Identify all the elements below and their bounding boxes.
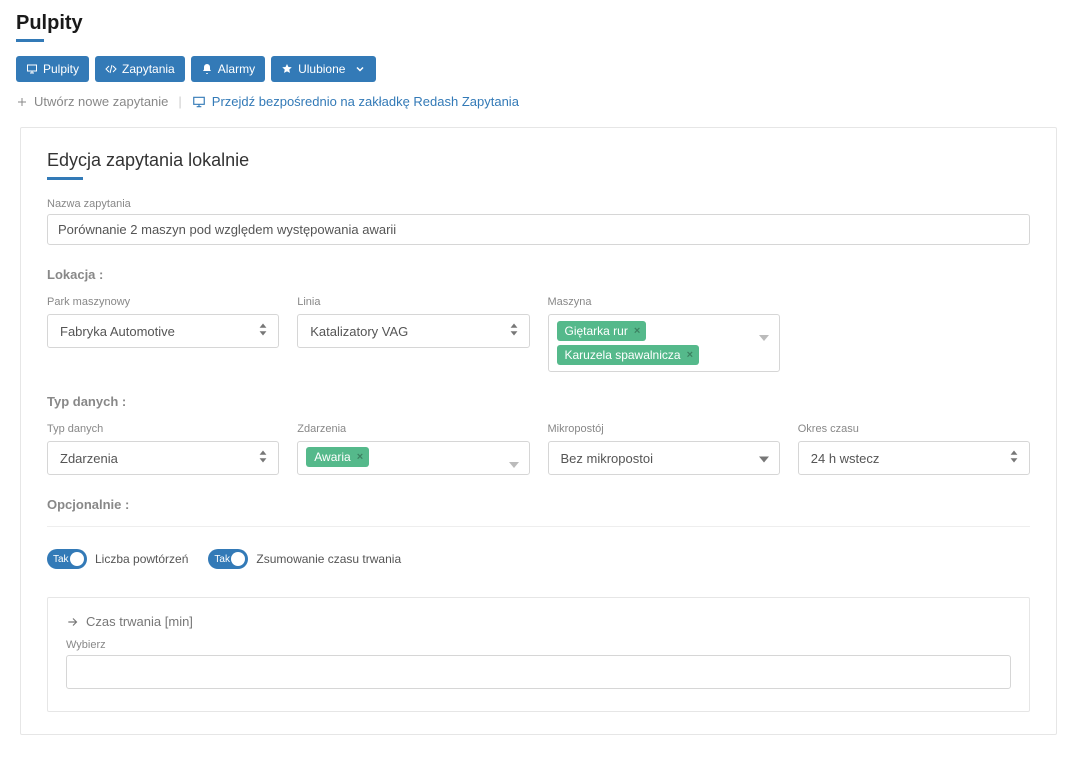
switch-on-label: Tak bbox=[214, 554, 230, 565]
park-label: Park maszynowy bbox=[47, 296, 279, 308]
edit-panel: Edycja zapytania lokalnie Nazwa zapytani… bbox=[20, 127, 1057, 735]
remove-tag-icon[interactable]: × bbox=[687, 349, 693, 361]
remove-tag-icon[interactable]: × bbox=[357, 451, 363, 463]
duration-select-label: Wybierz bbox=[66, 639, 1011, 651]
page-title: Pulpity bbox=[16, 12, 1061, 35]
optional-heading: Opcjonalnie : bbox=[47, 497, 1030, 512]
nav-alarmy-label: Alarmy bbox=[218, 62, 255, 76]
location-heading: Lokacja : bbox=[47, 267, 1030, 282]
title-underline bbox=[16, 39, 44, 42]
events-label: Zdarzenia bbox=[297, 423, 529, 435]
nav-zapytania-button[interactable]: Zapytania bbox=[95, 56, 185, 82]
line-select[interactable]: Katalizatory VAG bbox=[297, 314, 529, 348]
tag-label: Awaria bbox=[314, 450, 350, 464]
duration-select[interactable] bbox=[66, 655, 1011, 689]
sum-label: Zsumowanie czasu trwania bbox=[256, 552, 401, 566]
period-value: 24 h wstecz bbox=[811, 451, 880, 466]
type-value: Zdarzenia bbox=[60, 451, 118, 466]
machine-label: Maszyna bbox=[548, 296, 780, 308]
query-name-input[interactable] bbox=[47, 214, 1030, 245]
period-label: Okres czasu bbox=[798, 423, 1030, 435]
nav-pulpity-button[interactable]: Pulpity bbox=[16, 56, 89, 82]
repeat-label: Liczba powtórzeń bbox=[95, 552, 188, 566]
arrow-right-icon bbox=[66, 615, 80, 629]
machine-multiselect[interactable]: Giętarka rur × Karuzela spawalnicza × bbox=[548, 314, 780, 372]
micro-select[interactable]: Bez mikropostoi bbox=[548, 441, 780, 475]
nav-alarmy-button[interactable]: Alarmy bbox=[191, 56, 265, 82]
type-select[interactable]: Zdarzenia bbox=[47, 441, 279, 475]
nav-ulubione-button[interactable]: Ulubione bbox=[271, 56, 376, 82]
nav-pulpity-label: Pulpity bbox=[43, 62, 79, 76]
nav-buttons: Pulpity Zapytania Alarmy Ulubione bbox=[16, 56, 1061, 82]
redash-link[interactable]: Przejdź bezpośrednio na zakładkę Redash … bbox=[192, 94, 519, 109]
micro-value: Bez mikropostoi bbox=[561, 451, 653, 466]
duration-panel: Czas trwania [min] Wybierz bbox=[47, 597, 1030, 712]
micro-label: Mikropostój bbox=[548, 423, 780, 435]
bell-icon bbox=[201, 63, 213, 75]
plus-icon bbox=[16, 96, 28, 108]
sort-icon bbox=[258, 324, 268, 339]
park-value: Fabryka Automotive bbox=[60, 324, 175, 339]
type-label: Typ danych bbox=[47, 423, 279, 435]
name-label: Nazwa zapytania bbox=[47, 198, 1030, 210]
caret-down-icon bbox=[509, 456, 519, 471]
panel-title: Edycja zapytania lokalnie bbox=[47, 150, 1030, 171]
caret-down-icon bbox=[759, 329, 769, 344]
event-tag: Awaria × bbox=[306, 447, 369, 467]
machine-tag: Karuzela spawalnicza × bbox=[557, 345, 700, 365]
sort-icon bbox=[258, 451, 268, 466]
create-query-label: Utwórz nowe zapytanie bbox=[34, 94, 168, 109]
sum-switch[interactable]: Tak bbox=[208, 549, 248, 569]
machine-tag: Giętarka rur × bbox=[557, 321, 647, 341]
monitor-icon bbox=[192, 95, 206, 109]
panel-underline bbox=[47, 177, 83, 180]
duration-heading: Czas trwania [min] bbox=[86, 614, 193, 629]
nav-zapytania-label: Zapytania bbox=[122, 62, 175, 76]
caret-down-icon bbox=[759, 451, 769, 466]
separator: | bbox=[178, 94, 181, 109]
remove-tag-icon[interactable]: × bbox=[634, 325, 640, 337]
switch-row: Tak Liczba powtórzeń Tak Zsumowanie czas… bbox=[47, 549, 1030, 569]
park-select[interactable]: Fabryka Automotive bbox=[47, 314, 279, 348]
switch-on-label: Tak bbox=[53, 554, 69, 565]
code-icon bbox=[105, 63, 117, 75]
chevron-down-icon bbox=[354, 63, 366, 75]
datatype-heading: Typ danych : bbox=[47, 394, 1030, 409]
sort-icon bbox=[509, 324, 519, 339]
tag-label: Karuzela spawalnicza bbox=[565, 348, 681, 362]
switch-knob bbox=[231, 552, 245, 566]
switch-knob bbox=[70, 552, 84, 566]
line-label: Linia bbox=[297, 296, 529, 308]
repeat-switch[interactable]: Tak bbox=[47, 549, 87, 569]
tag-label: Giętarka rur bbox=[565, 324, 628, 338]
star-icon bbox=[281, 63, 293, 75]
create-query-link[interactable]: Utwórz nowe zapytanie bbox=[16, 94, 168, 109]
duration-header[interactable]: Czas trwania [min] bbox=[66, 614, 1011, 629]
period-select[interactable]: 24 h wstecz bbox=[798, 441, 1030, 475]
action-row: Utwórz nowe zapytanie | Przejdź bezpośre… bbox=[16, 94, 1061, 109]
monitor-icon bbox=[26, 63, 38, 75]
nav-ulubione-label: Ulubione bbox=[298, 62, 345, 76]
redash-link-label: Przejdź bezpośrednio na zakładkę Redash … bbox=[212, 94, 519, 109]
line-value: Katalizatory VAG bbox=[310, 324, 408, 339]
events-multiselect[interactable]: Awaria × bbox=[297, 441, 529, 475]
sort-icon bbox=[1009, 451, 1019, 466]
